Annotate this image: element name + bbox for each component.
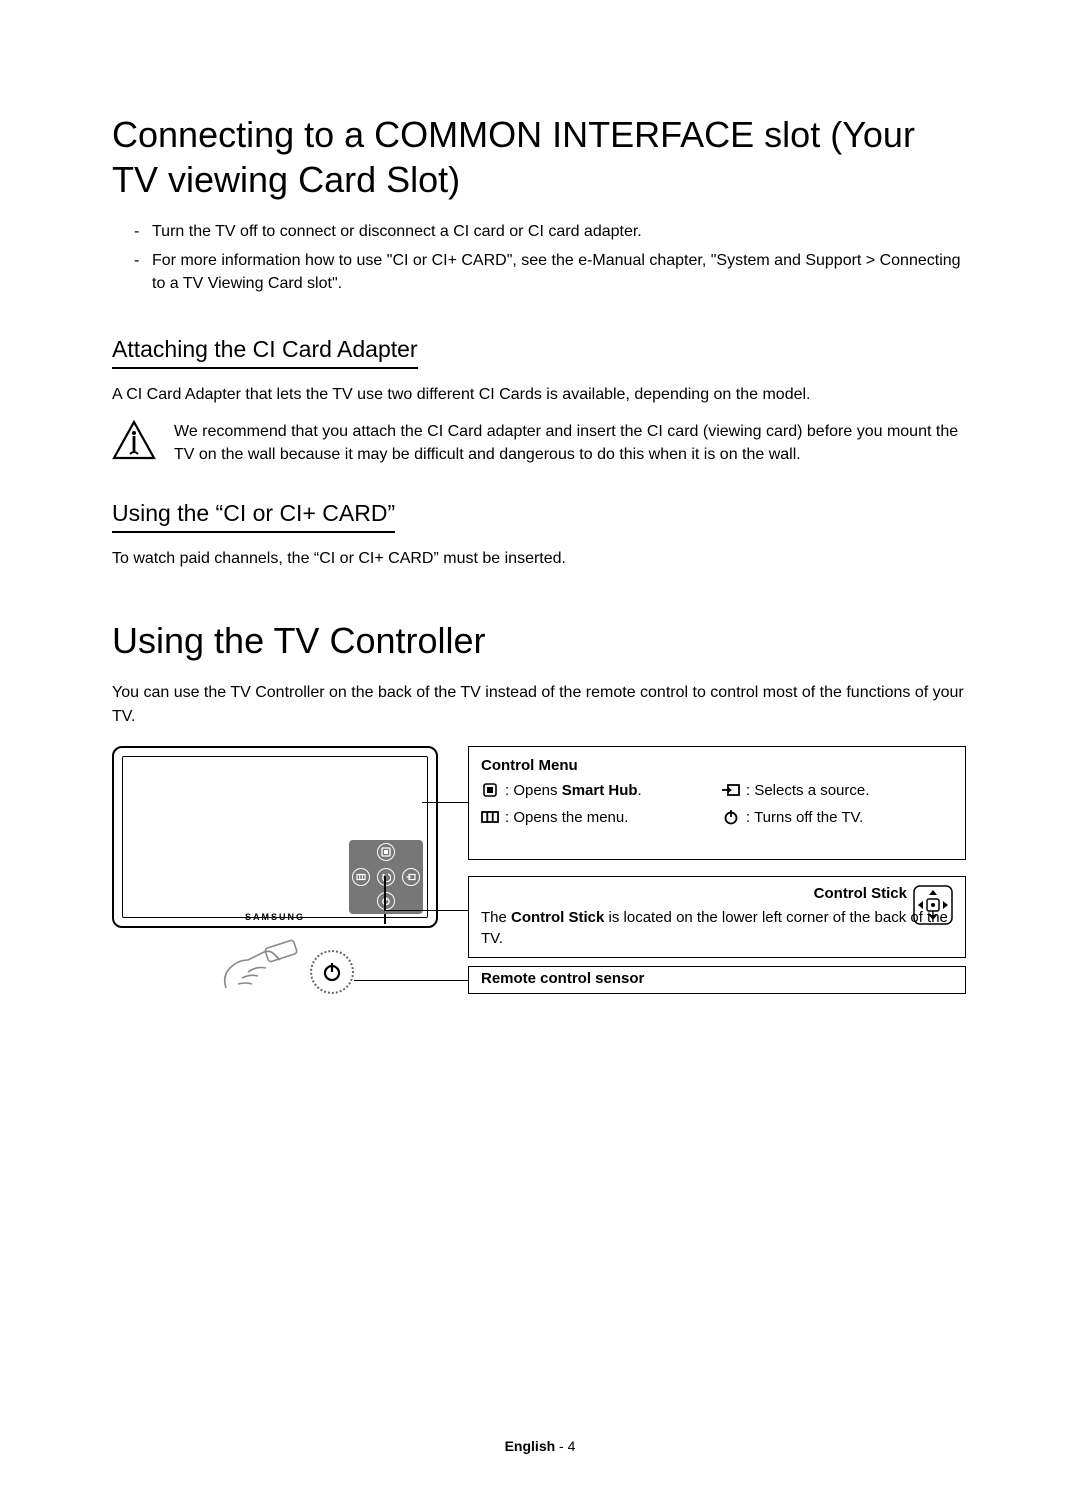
list-item: Turn the TV off to connect or disconnect…	[134, 220, 970, 243]
source-text: : Selects a source.	[746, 782, 869, 799]
remote-sensor-label: Remote control sensor	[481, 970, 644, 987]
hand-remote-illustration	[220, 938, 306, 999]
footer-language: English	[505, 1438, 556, 1454]
panel-source-icon	[402, 868, 420, 886]
heading-tv-controller: Using the TV Controller	[112, 618, 970, 663]
control-menu-item-smarthub: : Opens Smart Hub.	[481, 782, 712, 799]
subheading-using-ci-card: Using the “CI or CI+ CARD”	[112, 500, 395, 533]
menu-text: : Opens the menu.	[505, 809, 628, 826]
panel-smarthub-icon	[377, 843, 395, 861]
control-menu-item-power: : Turns off the TV.	[722, 809, 953, 826]
panel-return-icon	[377, 868, 395, 886]
power-off-icon	[722, 809, 740, 825]
leader-line	[384, 876, 386, 910]
ci-bullet-list: Turn the TV off to connect or disconnect…	[134, 220, 970, 296]
menu-icon	[481, 811, 499, 823]
panel-menu-icon	[352, 868, 370, 886]
dpad-icon	[911, 883, 955, 931]
smarthub-text-suffix: .	[638, 782, 642, 799]
leader-line	[354, 980, 468, 982]
smarthub-text-prefix: : Opens	[505, 782, 562, 799]
warning-icon	[112, 420, 156, 465]
tv-controller-paragraph: You can use the TV Controller on the bac…	[112, 681, 970, 727]
tv-controller-diagram: SAMSUNG	[112, 746, 968, 1008]
leader-line	[422, 802, 468, 804]
source-icon	[722, 783, 740, 797]
list-item: For more information how to use "CI or C…	[134, 249, 970, 295]
leader-line	[384, 910, 468, 912]
control-stick-callout: Control Stick The Control Stick is locat…	[468, 876, 966, 958]
ci-card-paragraph: To watch paid channels, the “CI or CI+ C…	[112, 547, 970, 570]
tv-outline: SAMSUNG	[112, 746, 438, 928]
warning-text: We recommend that you attach the CI Card…	[174, 420, 970, 466]
control-stick-text-bold: Control Stick	[511, 909, 604, 926]
smarthub-icon	[481, 782, 499, 798]
control-stick-title: Control Stick	[814, 885, 907, 902]
tv-control-panel	[349, 840, 423, 914]
footer-separator: -	[555, 1438, 567, 1454]
power-text: : Turns off the TV.	[746, 809, 863, 826]
warning-note: We recommend that you attach the CI Card…	[112, 420, 970, 466]
remote-sensor-callout: Remote control sensor	[468, 966, 966, 994]
control-menu-item-source: : Selects a source.	[722, 782, 953, 799]
panel-power-icon	[377, 892, 395, 910]
heading-common-interface: Connecting to a COMMON INTERFACE slot (Y…	[112, 112, 970, 202]
leader-line	[384, 914, 386, 924]
subheading-attaching-adapter: Attaching the CI Card Adapter	[112, 336, 418, 369]
adapter-paragraph: A CI Card Adapter that lets the TV use t…	[112, 383, 970, 406]
smarthub-text-bold: Smart Hub	[562, 782, 638, 799]
power-icon	[321, 961, 343, 983]
remote-sensor-indicator	[310, 950, 354, 994]
control-menu-callout: Control Menu : Opens Smart Hub. : Select…	[468, 746, 966, 860]
page-footer: English - 4	[0, 1438, 1080, 1454]
control-menu-title: Control Menu	[481, 757, 953, 774]
footer-page-number: 4	[568, 1438, 576, 1454]
samsung-logo: SAMSUNG	[245, 912, 305, 922]
control-stick-text-prefix: The	[481, 909, 511, 926]
control-menu-item-menu: : Opens the menu.	[481, 809, 712, 826]
